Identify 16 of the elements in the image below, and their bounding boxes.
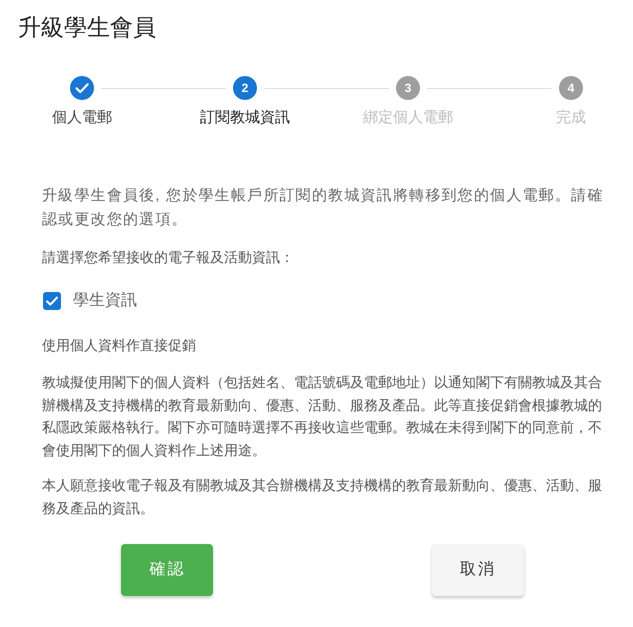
section-heading: 使用個人資料作直接促銷 bbox=[42, 336, 197, 355]
step-number: 2 bbox=[233, 76, 257, 100]
step-label: 完成 bbox=[556, 108, 586, 128]
intro-text: 升級學生會員後, 您於學生帳戶所訂閱的教城資訊將轉移到您的個人電郵。請確認或更改您的選項。 bbox=[42, 186, 605, 230]
page-title: 升級學生會員 bbox=[18, 13, 156, 42]
step-number: 4 bbox=[559, 76, 583, 100]
prompt-text: 請選擇您希望接收的電子報及活動資訊： bbox=[42, 248, 295, 267]
step-label: 訂閱教城資訊 bbox=[200, 108, 290, 128]
step-label: 個人電郵 bbox=[52, 108, 112, 128]
cancel-button[interactable]: 取消 bbox=[432, 544, 524, 596]
step-number: 3 bbox=[396, 76, 420, 100]
consent-paragraph: 本人願意接收電子報及有關教城及其合辦機構及支持機構的教育最新動向、優惠、活動、服務及產品的資訊。 bbox=[42, 476, 603, 518]
checkbox[interactable] bbox=[43, 292, 61, 310]
consent-paragraph: 教城擬使用閣下的個人資料（包括姓名、電話號碼及電郵地址）以通知閣下有關教城及其合辦機構及支持機構的教育最新動向、優惠、活動、服務及產品。此等直接促銷會根據教城的私隱政策嚴格執行。閣下亦可隨時選擇不再接收這些電郵。教城在未得到閣下的同意前，不會使用閣下的個人資料作上述用途。 bbox=[42, 373, 603, 460]
step-label: 綁定個人電郵 bbox=[363, 108, 453, 128]
checkbox-label: 學生資訊 bbox=[73, 290, 137, 311]
